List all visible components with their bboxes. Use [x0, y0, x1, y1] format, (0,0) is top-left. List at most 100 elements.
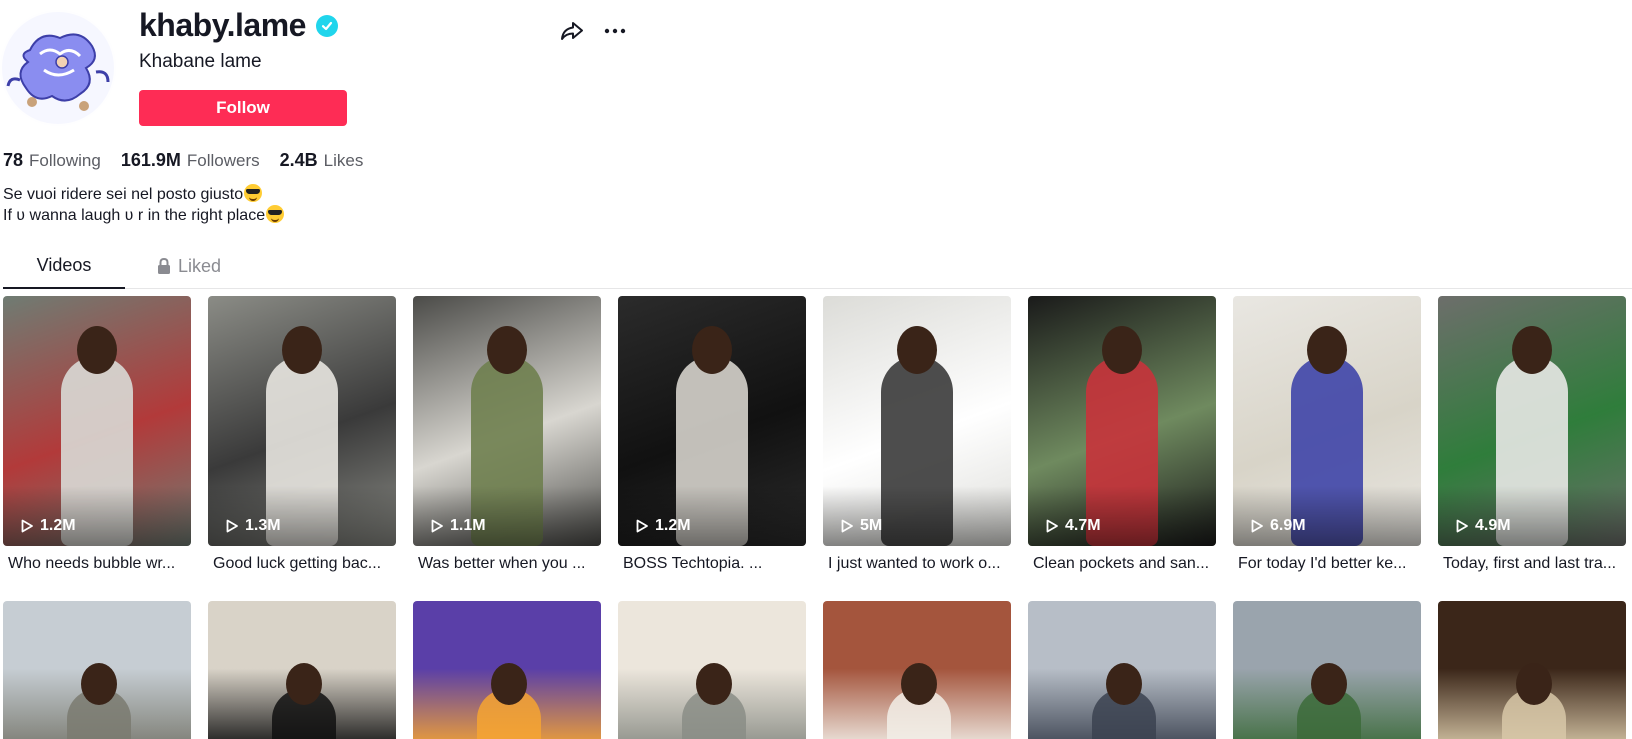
thumbnail-head [1516, 663, 1552, 705]
thumbnail-head [897, 326, 937, 374]
stat-following[interactable]: 78 Following [3, 150, 101, 171]
video-card[interactable] [3, 601, 191, 739]
play-icon [21, 519, 33, 533]
video-thumbnail[interactable] [1438, 601, 1626, 739]
thumbnail-shade [1233, 486, 1421, 546]
video-card[interactable]: 1.2M Who needs bubble wr... [3, 296, 191, 601]
tab-liked-label: Liked [178, 255, 222, 276]
video-thumbnail[interactable] [208, 601, 396, 739]
bio-line-1: Se vuoi ridere sei nel posto giusto [3, 184, 284, 205]
bio-line-2-text: If ʋ wanna laugh ʋ r in the right place [3, 207, 266, 224]
followers-label: Followers [186, 151, 260, 170]
followers-count: 161.9M [120, 150, 181, 170]
tab-liked[interactable]: Liked [156, 243, 221, 289]
video-thumbnail[interactable] [1028, 601, 1216, 739]
video-card[interactable]: 4.9M Today, first and last tra... [1438, 296, 1626, 601]
bio: Se vuoi ridere sei nel posto giusto If ʋ… [3, 184, 285, 226]
username: khaby.lame [139, 7, 306, 43]
video-thumbnail[interactable] [413, 601, 601, 739]
play-icon [1251, 519, 1263, 533]
video-thumbnail[interactable]: 4.9M [1438, 296, 1626, 546]
view-count: 1.1M [429, 517, 486, 535]
thumbnail-shade [618, 486, 806, 546]
video-caption[interactable]: Clean pockets and san... [1028, 555, 1216, 573]
profile-tabs: Videos Liked [3, 243, 1632, 289]
play-icon [841, 519, 853, 533]
video-card[interactable] [1438, 601, 1626, 739]
view-count-text: 4.7M [1065, 517, 1101, 534]
avatar[interactable] [0, 10, 116, 126]
video-thumbnail[interactable]: 1.3M [208, 296, 396, 546]
video-card[interactable]: 1.1M Was better when you ... [413, 296, 601, 601]
thumbnail-head [491, 663, 527, 705]
more-icon[interactable] [601, 17, 629, 45]
view-count-text: 1.2M [655, 517, 691, 534]
thumbnail-shade [208, 486, 396, 546]
video-thumbnail[interactable]: 1.2M [3, 296, 191, 546]
video-caption[interactable]: I just wanted to work o... [823, 555, 1011, 573]
sunglasses-emoji-icon [244, 184, 263, 202]
view-count-text: 1.1M [450, 517, 486, 534]
view-count-text: 1.2M [40, 517, 76, 534]
view-count-text: 1.3M [245, 517, 281, 534]
video-caption[interactable]: Was better when you ... [413, 555, 601, 573]
thumbnail-shade [3, 486, 191, 546]
bio-line-2: If ʋ wanna laugh ʋ r in the right place [3, 205, 285, 226]
video-card[interactable]: 5M I just wanted to work o... [823, 296, 1011, 601]
video-thumbnail[interactable]: 1.1M [413, 296, 601, 546]
thumbnail-shade [823, 486, 1011, 546]
thumbnail-head [77, 326, 117, 374]
play-icon [1456, 519, 1468, 533]
stat-likes: 2.4B Likes [280, 150, 364, 171]
video-card[interactable] [823, 601, 1011, 739]
follow-button[interactable]: Follow [139, 90, 347, 126]
play-icon [636, 519, 648, 533]
thumbnail-head [1307, 326, 1347, 374]
video-thumbnail[interactable]: 5M [823, 296, 1011, 546]
thumbnail-shade [1438, 486, 1626, 546]
share-icon[interactable] [558, 17, 586, 45]
video-thumbnail[interactable] [618, 601, 806, 739]
video-card[interactable]: 1.2M BOSS Techtopia. ... [618, 296, 806, 601]
video-card[interactable]: 6.9M For today I'd better ke... [1233, 296, 1421, 601]
video-thumbnail[interactable]: 4.7M [1028, 296, 1216, 546]
video-caption[interactable]: Today, first and last tra... [1438, 555, 1626, 573]
video-thumbnail[interactable]: 6.9M [1233, 296, 1421, 546]
thumbnail-head [692, 326, 732, 374]
video-card[interactable] [1028, 601, 1216, 739]
play-icon [431, 519, 443, 533]
video-card[interactable] [208, 601, 396, 739]
thumbnail-head [901, 663, 937, 705]
following-count: 78 [3, 150, 24, 170]
view-count: 6.9M [1249, 517, 1306, 535]
view-count: 4.7M [1044, 517, 1101, 535]
view-count-text: 5M [860, 517, 883, 534]
view-count: 5M [839, 517, 882, 535]
stat-followers[interactable]: 161.9M Followers [121, 150, 260, 171]
video-grid: 1.2M Who needs bubble wr... 1.3M Good lu… [3, 296, 1626, 739]
video-card[interactable] [1233, 601, 1421, 739]
display-name: Khabane lame [139, 51, 262, 72]
likes-label: Likes [323, 151, 364, 170]
video-card[interactable] [413, 601, 601, 739]
video-card[interactable]: 1.3M Good luck getting bac... [208, 296, 396, 601]
view-count: 1.2M [634, 517, 691, 535]
video-thumbnail[interactable] [823, 601, 1011, 739]
video-card[interactable] [618, 601, 806, 739]
video-thumbnail[interactable] [1233, 601, 1421, 739]
video-caption[interactable]: Good luck getting bac... [208, 555, 396, 573]
video-caption[interactable]: For today I'd better ke... [1233, 555, 1421, 573]
play-icon [1046, 519, 1058, 533]
sunglasses-emoji-icon [266, 205, 285, 223]
thumbnail-head [487, 326, 527, 374]
video-caption[interactable]: BOSS Techtopia. ... [618, 555, 806, 573]
video-thumbnail[interactable] [3, 601, 191, 739]
tab-videos[interactable]: Videos [3, 243, 125, 289]
video-card[interactable]: 4.7M Clean pockets and san... [1028, 296, 1216, 601]
video-thumbnail[interactable]: 1.2M [618, 296, 806, 546]
thumbnail-shade [1028, 486, 1216, 546]
view-count-text: 6.9M [1270, 517, 1306, 534]
username-row: khaby.lame [139, 7, 338, 44]
video-caption[interactable]: Who needs bubble wr... [3, 555, 191, 573]
view-count-text: 4.9M [1475, 517, 1511, 534]
